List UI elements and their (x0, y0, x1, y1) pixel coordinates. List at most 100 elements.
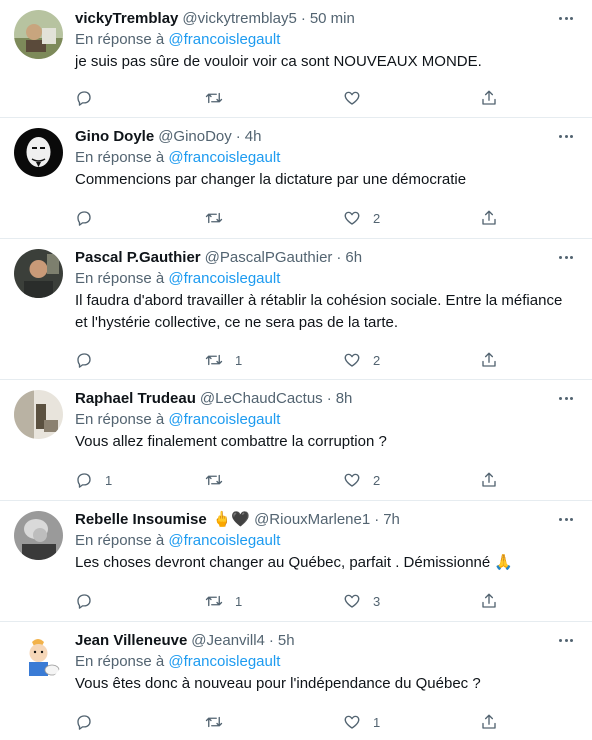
heart-icon (344, 594, 360, 608)
share-button[interactable] (480, 713, 498, 731)
reply-target-link[interactable]: @francoislegault (168, 31, 280, 48)
author-name[interactable]: vickyTremblay (75, 10, 178, 27)
reply-context: En réponse à @francoislegault (75, 531, 578, 551)
tweet[interactable]: Pascal P.Gauthier @PascalPGauthier · 6h … (0, 239, 592, 380)
reply-target-link[interactable]: @francoislegault (168, 270, 280, 287)
retweet-button[interactable] (205, 713, 235, 731)
more-options-icon[interactable] (554, 126, 578, 146)
tweet[interactable]: Rebelle Insoumise 🖕🖤 @RiouxMarlene1 · 7h… (0, 501, 592, 622)
reply-target-link[interactable]: @francoislegault (168, 653, 280, 670)
like-count: 2 (373, 210, 381, 226)
tweet-text: je suis pas sûre de vouloir voir ca sont… (75, 51, 578, 73)
timestamp[interactable]: 8h (336, 390, 353, 407)
avatar[interactable] (14, 249, 63, 298)
reply-button[interactable] (75, 713, 105, 731)
like-button[interactable]: 1 (343, 713, 380, 731)
author-handle[interactable]: @vickytremblay5 (182, 10, 296, 27)
author-name[interactable]: Gino Doyle (75, 128, 154, 145)
like-count: 2 (373, 352, 381, 368)
reply-icon (77, 353, 91, 368)
author-handle[interactable]: @PascalPGauthier (205, 249, 333, 266)
timestamp[interactable]: 6h (345, 249, 362, 266)
share-button[interactable] (480, 471, 498, 489)
retweet-button[interactable]: 1 (205, 592, 242, 610)
tweet[interactable]: vickyTremblay @vickytremblay5 · 50 min E… (0, 0, 592, 118)
share-button[interactable] (480, 89, 498, 107)
timestamp[interactable]: 4h (245, 128, 262, 145)
retweet-button[interactable] (205, 209, 235, 227)
reply-prefix: En réponse à (75, 270, 165, 287)
avatar[interactable] (14, 632, 63, 681)
heart-icon (344, 353, 360, 367)
more-options-icon[interactable] (554, 8, 578, 28)
author-name[interactable]: Pascal P.Gauthier (75, 249, 201, 266)
tweet[interactable]: Gino Doyle @GinoDoy · 4h En réponse à @f… (0, 118, 592, 239)
author-name[interactable]: Raphael Trudeau (75, 390, 196, 407)
avatar[interactable] (14, 390, 63, 439)
like-button[interactable]: 2 (343, 471, 380, 489)
reply-button[interactable] (75, 351, 105, 369)
avatar[interactable] (14, 128, 63, 177)
reply-target-link[interactable]: @francoislegault (168, 532, 280, 549)
retweet-icon (205, 92, 223, 104)
reply-context: En réponse à @francoislegault (75, 269, 578, 289)
like-button[interactable]: 3 (343, 592, 380, 610)
author-handle[interactable]: @GinoDoy (158, 128, 232, 145)
tweet[interactable]: Raphael Trudeau @LeChaudCactus · 8h En r… (0, 380, 592, 501)
reply-context: En réponse à @francoislegault (75, 652, 578, 672)
more-options-icon[interactable] (554, 388, 578, 408)
like-button[interactable] (343, 89, 373, 107)
author-handle[interactable]: @Jeanvill4 (191, 632, 265, 649)
retweet-icon (205, 212, 223, 224)
avatar[interactable] (14, 10, 63, 59)
reply-button[interactable] (75, 209, 105, 227)
timestamp[interactable]: 7h (383, 511, 400, 528)
share-icon (482, 472, 496, 487)
reply-button[interactable]: 1 (75, 471, 112, 489)
share-icon (482, 352, 496, 367)
reply-button[interactable] (75, 592, 105, 610)
timestamp[interactable]: 5h (278, 632, 295, 649)
share-button[interactable] (480, 209, 498, 227)
retweet-button[interactable] (205, 471, 235, 489)
tweet[interactable]: Jean Villeneuve @Jeanvill4 · 5h En répon… (0, 622, 592, 740)
retweet-button[interactable]: 1 (205, 351, 242, 369)
heart-icon (344, 91, 360, 105)
more-options-icon[interactable] (554, 509, 578, 529)
timestamp[interactable]: 50 min (310, 10, 355, 27)
reply-context: En réponse à @francoislegault (75, 410, 578, 430)
separator-dot: · (336, 248, 342, 266)
reply-icon (77, 91, 91, 106)
author-name[interactable]: Rebelle Insoumise (75, 511, 207, 528)
tweet-text-line: Commencions par changer la dictature par… (75, 171, 467, 188)
author-handle[interactable]: @LeChaudCactus (200, 390, 323, 407)
separator-dot: · (268, 631, 274, 649)
share-button[interactable] (480, 592, 498, 610)
more-options-icon[interactable] (554, 247, 578, 267)
author-handle[interactable]: @RiouxMarlene1 (254, 511, 370, 528)
share-button[interactable] (480, 351, 498, 369)
reply-prefix: En réponse à (75, 411, 165, 428)
tweet-text: Il faudra d'abord travailler à rétablir … (75, 290, 578, 334)
tweet-text-line: Les choses devront changer au Québec, pa… (75, 554, 514, 571)
avatar[interactable] (14, 511, 63, 560)
heart-icon (344, 473, 360, 487)
share-icon (482, 90, 496, 105)
reply-context: En réponse à @francoislegault (75, 30, 578, 50)
author-name[interactable]: Jean Villeneuve (75, 632, 187, 649)
share-icon (482, 210, 496, 225)
reply-target-link[interactable]: @francoislegault (168, 149, 280, 166)
tweet-text: Commencions par changer la dictature par… (75, 169, 578, 191)
tweet-text-line: et l'hystérie collective, ce ne sera pas… (75, 314, 399, 331)
retweet-count: 1 (235, 352, 243, 368)
reply-icon (77, 473, 91, 488)
separator-dot: · (235, 127, 241, 145)
retweet-icon (205, 354, 223, 366)
reply-feed: vickyTremblay @vickytremblay5 · 50 min E… (0, 0, 592, 740)
retweet-button[interactable] (205, 89, 235, 107)
like-button[interactable]: 2 (343, 209, 380, 227)
reply-button[interactable] (75, 89, 105, 107)
like-button[interactable]: 2 (343, 351, 380, 369)
more-options-icon[interactable] (554, 630, 578, 650)
reply-target-link[interactable]: @francoislegault (168, 411, 280, 428)
